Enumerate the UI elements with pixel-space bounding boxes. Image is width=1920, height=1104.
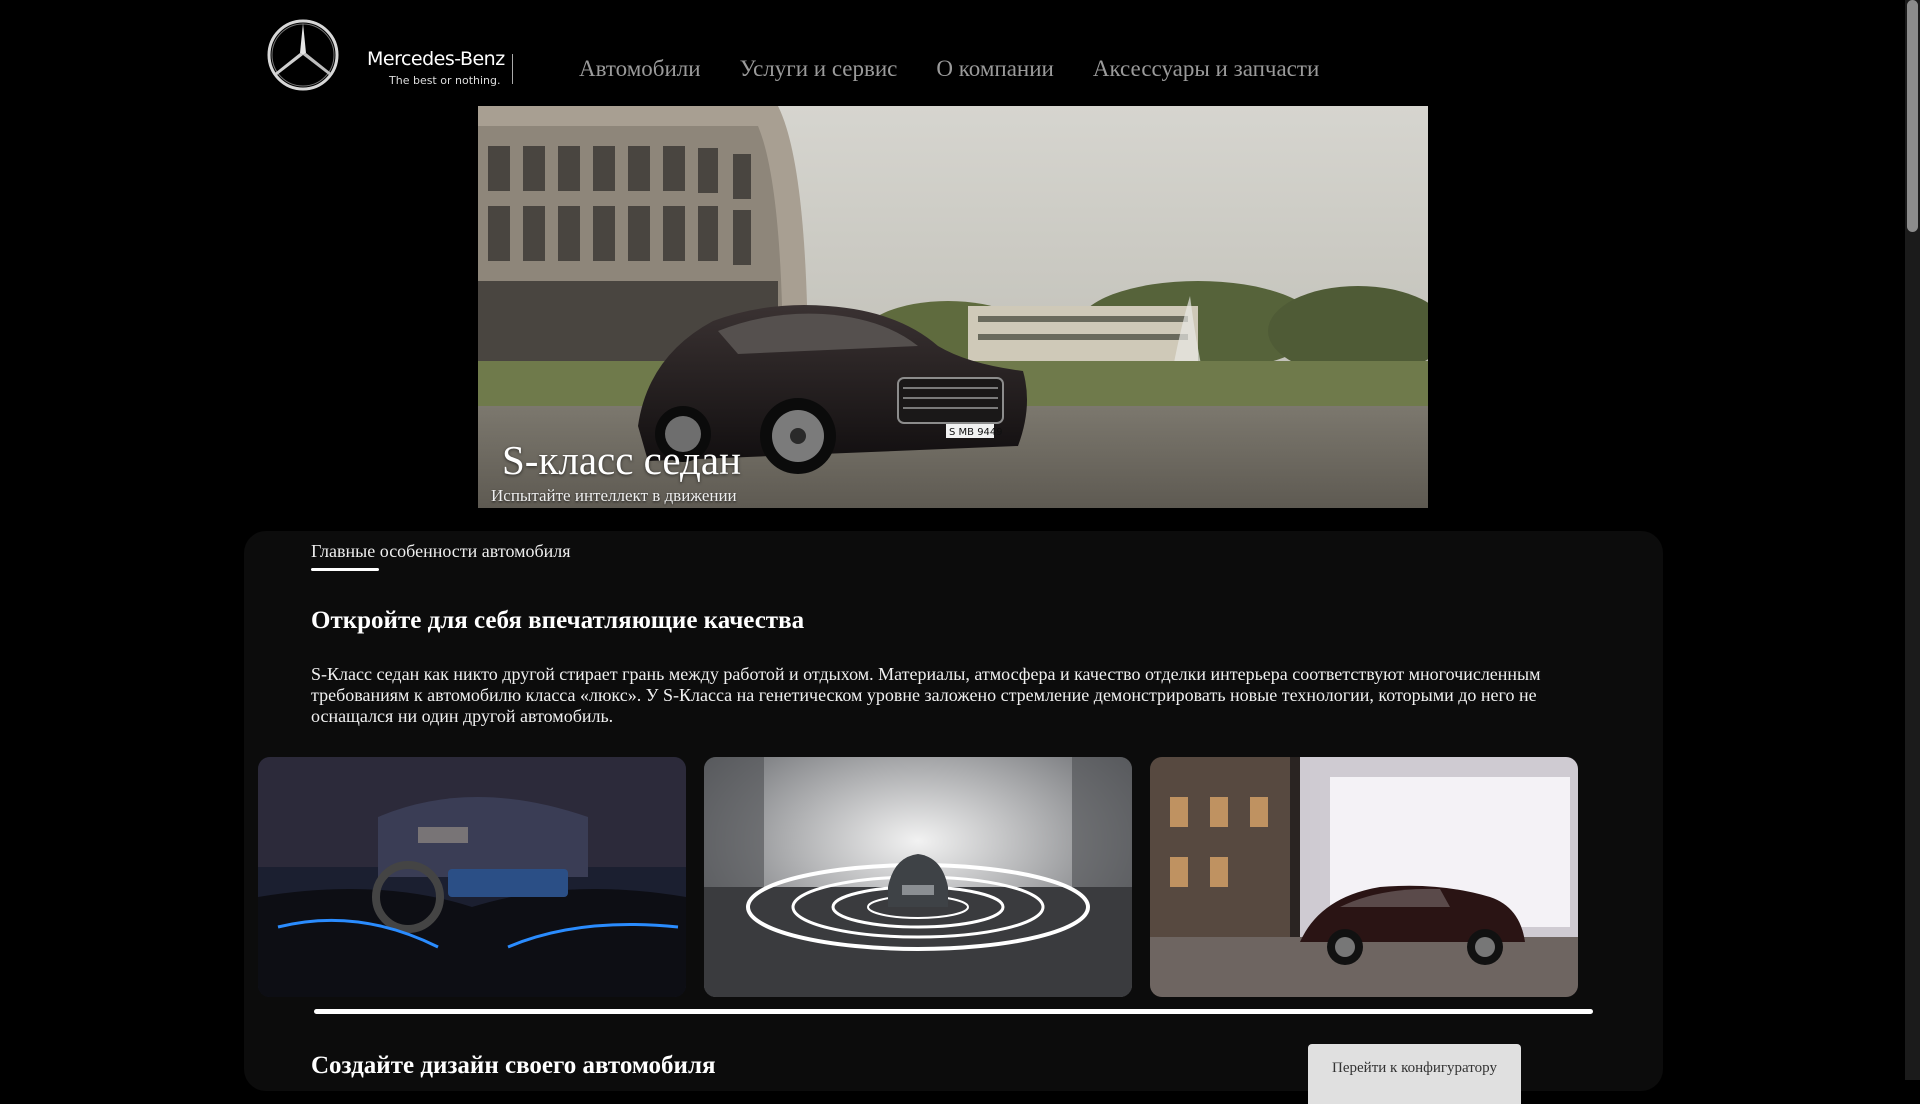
gallery-scrollbar[interactable]: [314, 1009, 1593, 1014]
nav-item-company[interactable]: О компании: [936, 56, 1053, 82]
hero-banner: S MB 9449 S-класс седан Испытайте интелл…: [478, 106, 1428, 508]
nav-item-cars[interactable]: Автомобили: [579, 56, 701, 82]
design-heading: Создайте дизайн своего автомобиля: [311, 1052, 716, 1079]
street-car-image: [1150, 757, 1578, 997]
nav-item-accessories[interactable]: Аксессуары и запчасти: [1093, 56, 1319, 82]
page-scrollbar-thumb[interactable]: [1907, 0, 1918, 232]
gallery-card-street[interactable]: [1150, 757, 1578, 997]
main-nav: Автомобили Услуги и сервис О компании Ак…: [579, 56, 1358, 82]
page-scrollbar[interactable]: [1905, 0, 1920, 1080]
configurator-button[interactable]: Перейти к конфигуратору: [1308, 1044, 1521, 1104]
features-heading: Откройте для себя впечатляющие качества: [311, 607, 805, 634]
gallery-card-interior[interactable]: [258, 757, 686, 997]
features-description: S-Класс седан как никто другой стирает г…: [311, 664, 1541, 726]
three-pointed-star-icon[interactable]: [266, 18, 340, 92]
tab-main-features[interactable]: Главные особенности автомобиля: [311, 541, 571, 562]
brand-divider: [512, 54, 513, 84]
features-gallery: [258, 757, 1598, 997]
features-panel: Главные особенности автомобиля Откройте …: [244, 531, 1663, 1104]
brand-name: Mercedes-Benz: [367, 48, 505, 70]
interior-image: [258, 757, 686, 997]
license-plate: S MB 9449: [949, 427, 1003, 438]
brand-tagline: The best or nothing.: [389, 74, 501, 87]
site-header: Mercedes-Benz The best or nothing. Автом…: [0, 0, 1905, 106]
nav-item-services[interactable]: Услуги и сервис: [740, 56, 898, 82]
hero-subtitle: Испытайте интеллект в движении: [491, 486, 737, 505]
hero-title: S-класс седан: [502, 437, 742, 483]
studio-car-image: [704, 757, 1132, 997]
tab-active-indicator: [311, 568, 379, 571]
gallery-card-studio[interactable]: [704, 757, 1132, 997]
